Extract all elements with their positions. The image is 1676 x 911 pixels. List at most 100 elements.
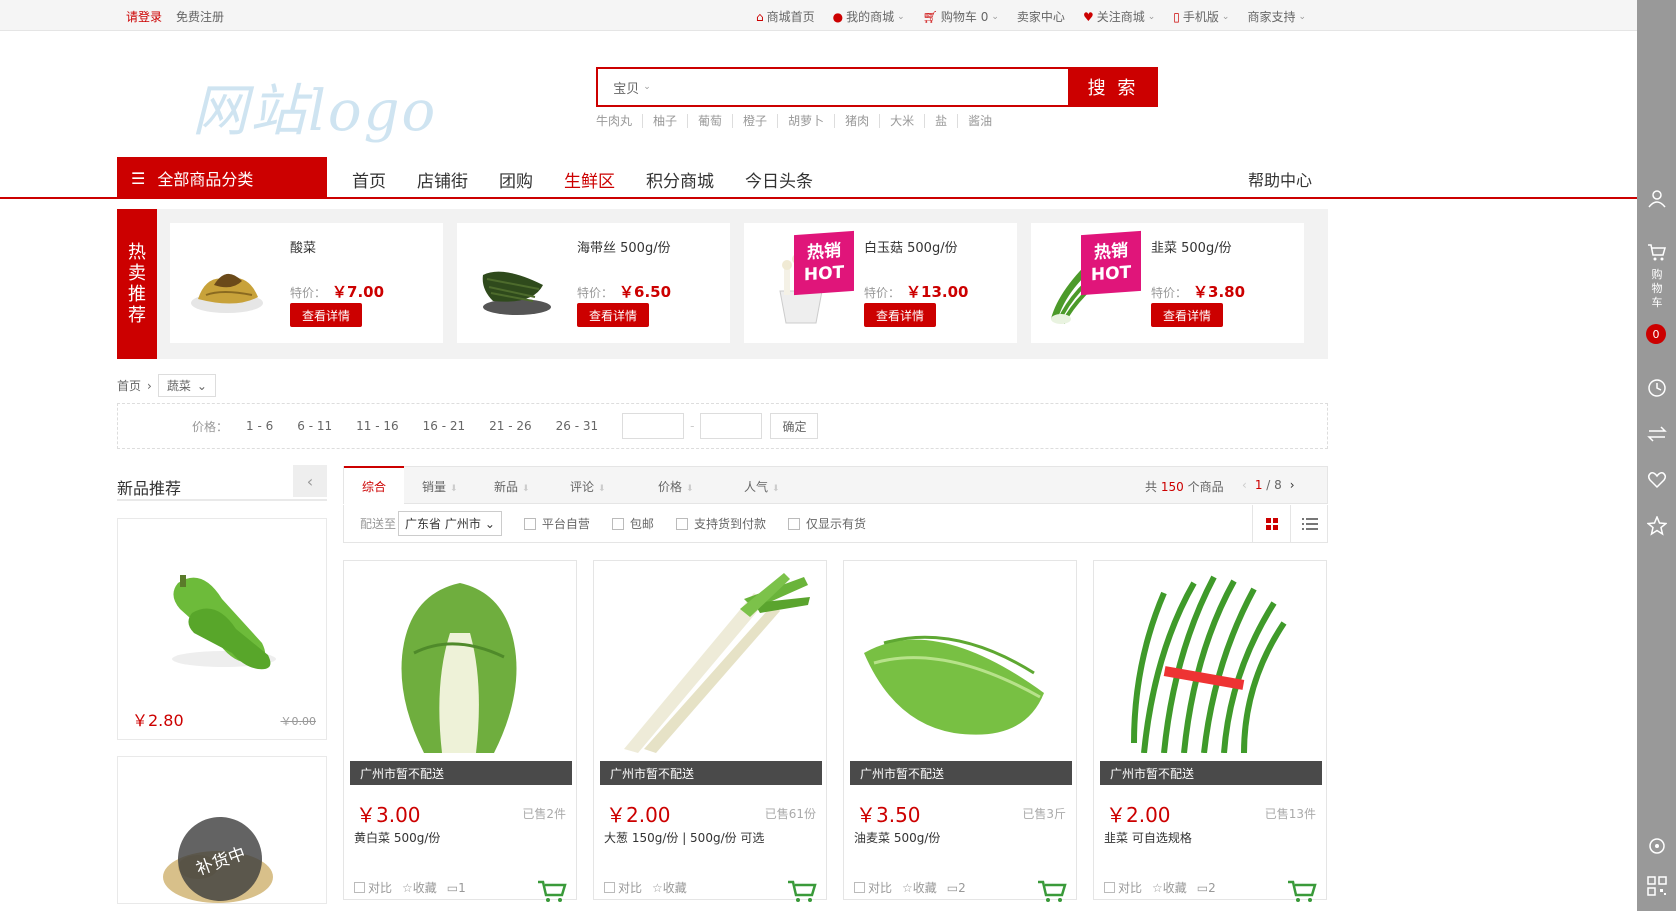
price-range-link[interactable]: 26 - 31 [556,419,599,433]
all-categories-button[interactable]: ☰ 全部商品分类 [117,157,327,199]
nav-item-shop-street[interactable]: 店铺街 [417,167,468,192]
sort-new[interactable]: 新品 ⬇ [494,478,530,495]
price-range-link[interactable]: 1 - 6 [246,419,273,433]
hotword-link[interactable]: 盐 [924,114,957,128]
heart-icon[interactable] [1647,470,1667,490]
sort-reviews[interactable]: 评论 ⬇ [570,478,606,495]
min-price-input[interactable] [622,413,685,439]
region-select[interactable]: 广东省 广州市 ⌄ [398,511,502,536]
user-icon[interactable] [1647,188,1667,208]
follow-mall-link[interactable]: ♥ 关注商城 ⌄ [1083,8,1155,25]
favorite-button[interactable]: ☆收藏 [1152,879,1187,896]
new-product-card[interactable]: 补货中 [117,756,327,904]
prev-page-icon[interactable]: ‹ [1242,478,1247,492]
price-confirm-button[interactable]: 确定 [770,413,819,439]
login-link[interactable]: 请登录 [126,8,162,25]
help-center-link[interactable]: 帮助中心 [1248,167,1312,191]
sort-comprehensive[interactable]: 综合 [344,466,404,504]
cart-icon[interactable] [1647,242,1667,262]
self-operated-checkbox[interactable]: 平台自营 [523,515,590,532]
nav-item-points-mall[interactable]: 积分商城 [646,167,714,192]
hotword-link[interactable]: 牛肉丸 [596,114,642,128]
checkbox[interactable] [523,517,536,530]
hotword-link[interactable]: 葡萄 [687,114,732,128]
favorite-button[interactable]: ☆收藏 [402,879,437,896]
hot-item-card[interactable]: 酸菜 特价： ￥7.00 查看详情 [170,223,443,343]
mobile-link[interactable]: ▯ 手机版 ⌄ [1173,8,1229,25]
home-link[interactable]: ⌂ 商城首页 [756,8,815,25]
checkbox[interactable] [675,517,688,530]
hotword-link[interactable]: 猪肉 [834,114,879,128]
add-to-cart-icon[interactable] [1036,879,1068,903]
compare-icon[interactable] [1647,424,1667,444]
add-to-cart-icon[interactable] [1286,879,1318,903]
price-range-link[interactable]: 21 - 26 [489,419,532,433]
compare-checkbox[interactable]: 对比 [1104,879,1142,896]
search-category-select[interactable]: 宝贝 ⌄ [598,69,666,105]
add-to-cart-icon[interactable] [786,879,818,903]
hotword-link[interactable]: 橙子 [732,114,777,128]
product-card[interactable]: 广州市暂不配送 ￥2.00 已售61份 大葱 150g/份 | 500g/份 可… [593,560,827,903]
nav-item-group-buy[interactable]: 团购 [499,167,533,192]
view-details-button[interactable]: 查看详情 [864,303,936,327]
hotword-link[interactable]: 柚子 [642,114,687,128]
in-stock-checkbox[interactable]: 仅显示有货 [787,515,866,532]
grid-view-button[interactable] [1252,505,1290,542]
price-range-link[interactable]: 11 - 16 [356,419,399,433]
breadcrumb-home[interactable]: 首页 [117,377,141,394]
comments-link[interactable]: ▭1 [447,881,466,895]
site-logo[interactable]: 网站logo [192,66,437,147]
nav-item-fresh[interactable]: 生鲜区 [564,167,615,192]
hotword-link[interactable]: 大米 [879,114,924,128]
search-input[interactable] [666,69,1068,105]
favorite-button[interactable]: ☆收藏 [902,879,937,896]
compare-checkbox[interactable]: 对比 [354,879,392,896]
cart-link[interactable]: 🛒︎ 购物车 0 ⌄ [923,8,999,25]
product-card[interactable]: 广州市暂不配送 ￥3.00 已售2件 黄白菜 500g/份 对比 ☆收藏 ▭1 [343,560,577,903]
service-icon[interactable] [1647,836,1667,856]
product-name[interactable]: 黄白菜 500g/份 [354,829,440,846]
new-product-card[interactable]: ￥2.80 ￥0.00 [117,518,327,740]
free-shipping-checkbox[interactable]: 包邮 [611,515,654,532]
checkbox[interactable] [611,517,624,530]
product-card[interactable]: 广州市暂不配送 ￥2.00 已售13件 韭菜 可自选规格 对比 ☆收藏 ▭2 [1093,560,1327,903]
sort-price[interactable]: 价格 ⬇ [658,478,694,495]
merchant-support-link[interactable]: 商家支持 ⌄ [1247,8,1306,25]
add-to-cart-icon[interactable] [536,879,568,903]
product-card[interactable]: 广州市暂不配送 ￥3.50 已售3斤 油麦菜 500g/份 对比 ☆收藏 ▭2 [843,560,1077,903]
checkbox[interactable] [787,517,800,530]
breadcrumb-category-select[interactable]: 蔬菜 ⌄ [157,374,216,397]
price-range-link[interactable]: 6 - 11 [297,419,332,433]
sort-popularity[interactable]: 人气 ⬇ [744,478,780,495]
nav-item-headlines[interactable]: 今日头条 [745,167,813,192]
compare-checkbox[interactable]: 对比 [854,879,892,896]
next-page-icon[interactable]: › [1290,478,1295,492]
hotword-link[interactable]: 酱油 [957,114,1002,128]
chevron-left-icon[interactable]: ‹ [293,465,327,497]
compare-checkbox[interactable]: 对比 [604,879,642,896]
product-name[interactable]: 大葱 150g/份 | 500g/份 可选 [604,829,764,846]
price-range-link[interactable]: 16 - 21 [423,419,466,433]
view-details-button[interactable]: 查看详情 [577,303,649,327]
sort-sales[interactable]: 销量 ⬇ [422,478,458,495]
view-details-button[interactable]: 查看详情 [290,303,362,327]
hotword-link[interactable]: 胡萝卜 [777,114,834,128]
favorite-button[interactable]: ☆收藏 [652,879,687,896]
star-icon[interactable] [1647,516,1667,536]
search-button[interactable]: 搜 索 [1068,67,1158,107]
history-icon[interactable] [1647,378,1667,398]
view-details-button[interactable]: 查看详情 [1151,303,1223,327]
list-view-button[interactable] [1290,505,1328,542]
cart-label[interactable]: 购 物 车 [1647,268,1667,310]
seller-center-link[interactable]: 卖家中心 [1017,8,1065,25]
my-mall-link[interactable]: ● 我的商城 ⌄ [833,8,905,25]
hot-item-card[interactable]: 海带丝 500g/份 特价： ￥6.50 查看详情 [457,223,730,343]
product-name[interactable]: 油麦菜 500g/份 [854,829,940,846]
cod-checkbox[interactable]: 支持货到付款 [675,515,766,532]
comments-link[interactable]: ▭2 [1197,881,1216,895]
hot-item-card[interactable]: 热销 HOT 白玉菇 500g/份 特价： ￥13.00 查看详情 [744,223,1017,343]
register-link[interactable]: 免费注册 [176,8,224,25]
max-price-input[interactable] [700,413,763,439]
product-name[interactable]: 韭菜 可自选规格 [1104,829,1192,846]
hot-item-card[interactable]: 热销 HOT 韭菜 500g/份 特价： ￥3.80 查看详情 [1031,223,1304,343]
